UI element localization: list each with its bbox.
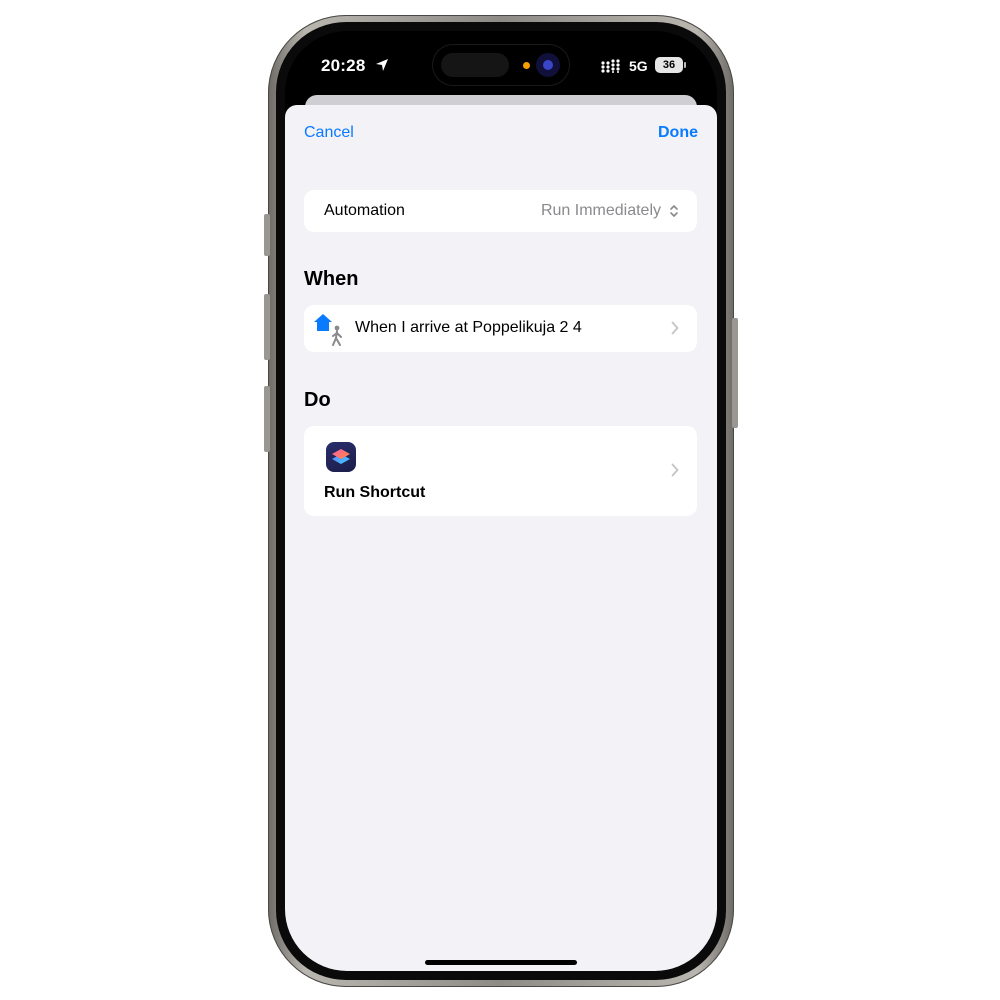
camera-lens [543, 60, 553, 70]
mic-indicator-dot [523, 62, 530, 69]
battery-tip [684, 62, 686, 68]
automation-mode-row[interactable]: Automation Run Immediately [304, 190, 697, 232]
phone-screen: 20:28 5G 36 Cancel Done Automation Run I… [285, 31, 717, 971]
when-section-title: When [304, 268, 359, 290]
network-type: 5G [629, 58, 648, 74]
power-button [732, 318, 738, 428]
chevron-right-icon [671, 463, 679, 482]
action-button [264, 214, 270, 256]
cancel-button[interactable]: Cancel [304, 124, 354, 142]
volume-down-button [264, 386, 270, 452]
front-camera [536, 53, 560, 77]
status-time: 20:28 [321, 56, 366, 75]
home-indicator[interactable] [425, 960, 577, 965]
volume-up-button [264, 294, 270, 360]
status-bar: 20:28 5G 36 [285, 31, 717, 101]
cellular-signal-icon [601, 59, 623, 78]
do-section-title: Do [304, 389, 331, 411]
automation-mode-value[interactable]: Run Immediately [541, 202, 661, 220]
chevron-right-icon [671, 321, 679, 340]
done-button[interactable]: Done [658, 124, 698, 142]
do-action-row[interactable]: Run Shortcut [304, 426, 697, 516]
automation-label: Automation [324, 202, 405, 219]
chevron-up-down-icon [669, 203, 679, 224]
shortcuts-app-icon [326, 442, 356, 472]
when-trigger-text: When I arrive at Poppelikuja 2 4 [355, 319, 582, 336]
dynamic-island-pill [441, 53, 509, 77]
battery-level: 36 [655, 57, 683, 73]
automation-sheet: Cancel Done Automation Run Immediately W… [285, 105, 717, 971]
dynamic-island [433, 45, 569, 85]
do-action-text: Run Shortcut [324, 484, 426, 501]
when-trigger-row[interactable]: When I arrive at Poppelikuja 2 4 [304, 305, 697, 352]
location-arrow-icon [375, 58, 389, 77]
home-arrive-icon [312, 312, 346, 351]
